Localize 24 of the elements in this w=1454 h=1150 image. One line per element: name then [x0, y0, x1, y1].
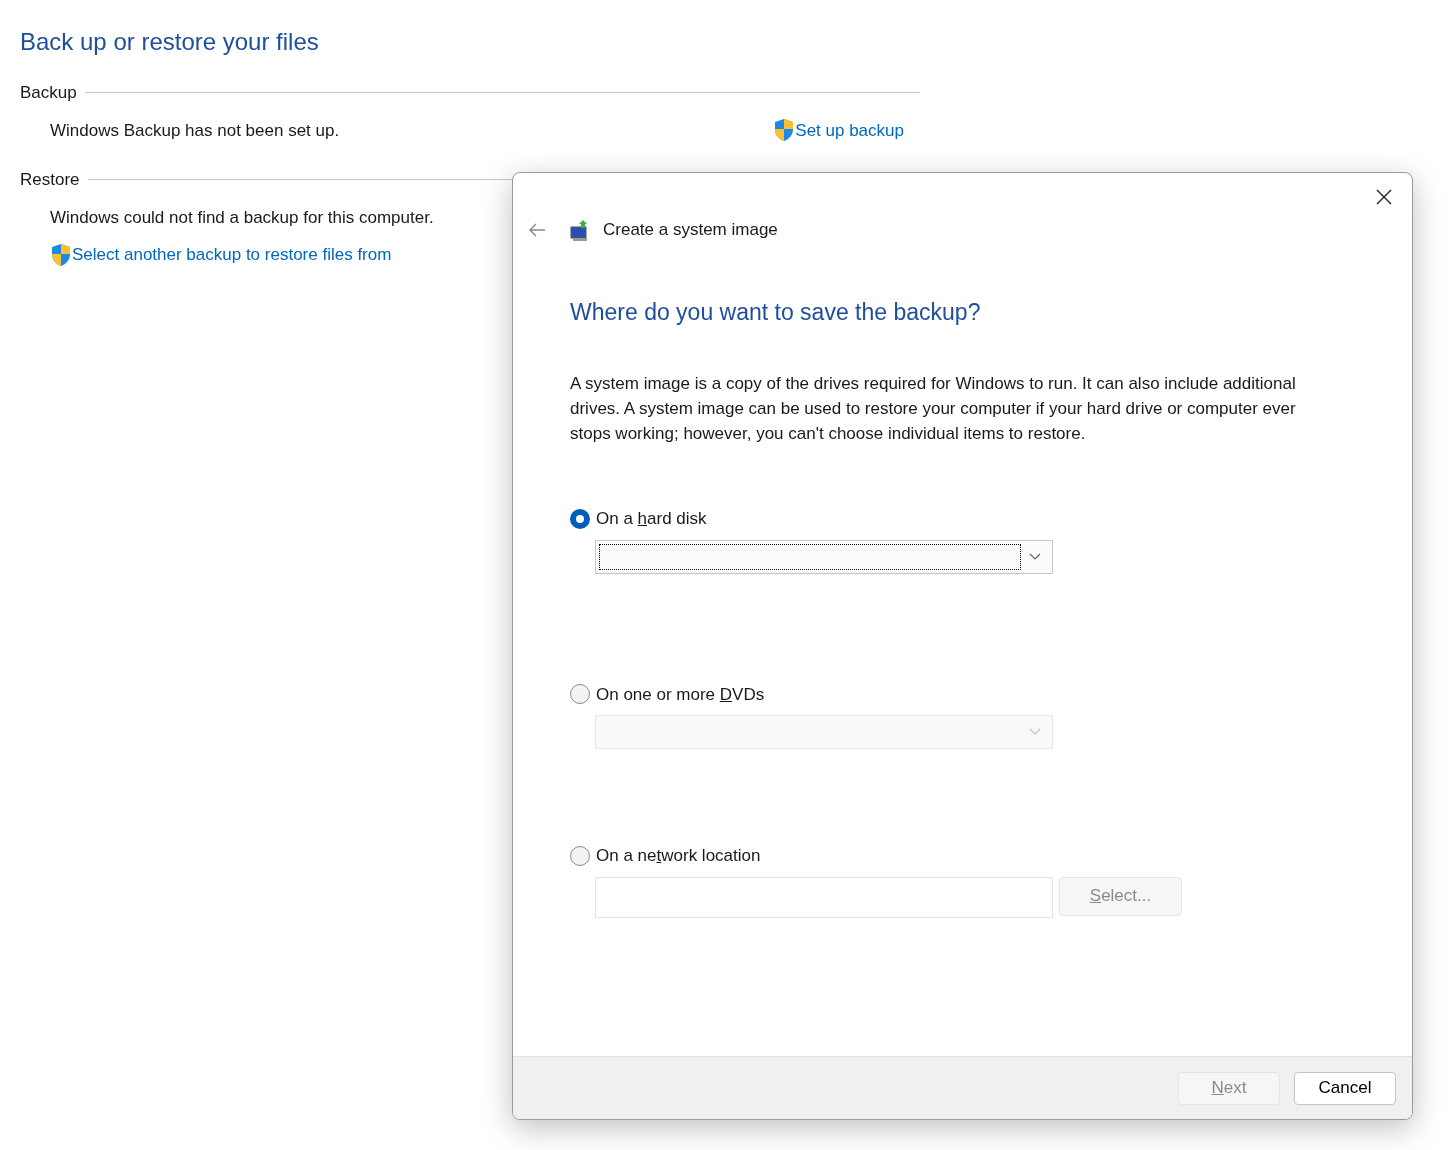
dialog-heading: Where do you want to save the backup? [570, 297, 982, 327]
chevron-down-icon [1029, 552, 1041, 561]
shield-icon [50, 242, 72, 267]
back-arrow-icon [528, 222, 546, 237]
radio-button[interactable] [570, 508, 590, 529]
radio-button[interactable] [570, 845, 590, 866]
status-text: Windows Backup has not been set up. [50, 119, 340, 142]
drive-dropdown[interactable] [595, 539, 1053, 574]
option-label: On one or more DVDs [596, 683, 765, 706]
shield-link[interactable]: Select another backup to restore files from [50, 242, 392, 268]
location-field[interactable] [595, 876, 1053, 918]
section-heading: Restore [20, 169, 80, 191]
shield-icon [773, 118, 796, 143]
status-text: Windows could not find a backup for this computer. [50, 206, 434, 229]
shield-link[interactable]: Set up backup [773, 117, 904, 143]
description-text: A system image is a copy of the drives required for Windows to run. It can also include additional drives. A system image can be used to restore your computer if your hard drive or computer ever stops working; however, you can't choose individual items to restore. [570, 373, 1297, 445]
option-label: On a network location [596, 845, 761, 867]
section-heading: Backup [20, 82, 77, 104]
close-icon [1376, 189, 1392, 205]
footer-button[interactable]: Cancel [1294, 1071, 1396, 1105]
page-title: Back up or restore your files [20, 27, 320, 57]
dialog-title: Create a system image [603, 219, 778, 241]
chevron-down-icon [1029, 728, 1041, 736]
option-label: On a hard disk [596, 508, 707, 530]
